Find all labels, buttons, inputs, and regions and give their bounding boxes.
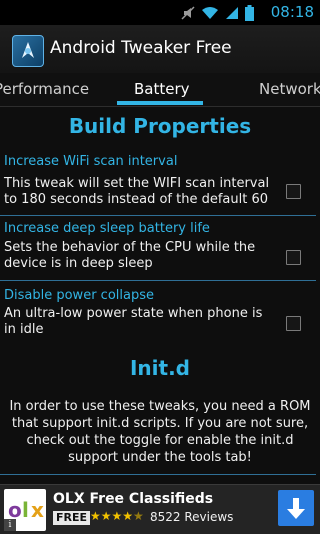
divider [0, 474, 316, 475]
tweak-title: Disable power collapse [4, 288, 154, 303]
info-icon[interactable]: i [4, 519, 16, 531]
download-button[interactable] [278, 490, 314, 526]
status-time: 08:18 [270, 3, 314, 21]
ad-title: OLX Free Classifieds [53, 491, 214, 507]
tab-network[interactable]: Network [259, 80, 320, 98]
app-title: Android Tweaker Free [50, 38, 232, 58]
tweaks-list[interactable]: Build Properties Increase WiFi scan inte… [0, 106, 320, 484]
tweak-title: Increase deep sleep battery life [4, 221, 210, 236]
tweak-checkbox[interactable] [286, 184, 301, 199]
mute-icon [181, 6, 195, 20]
tweak-description: This tweak will set the WIFI scan interv… [4, 176, 270, 207]
tab-performance[interactable]: Performance [0, 80, 89, 98]
initd-description: In order to use these tweaks, you need a… [9, 399, 311, 465]
section-title-build-properties: Build Properties [68, 114, 252, 138]
free-badge: FREE [53, 511, 91, 525]
download-arrow-icon [287, 498, 305, 519]
app-logo-icon[interactable] [12, 35, 44, 67]
rating-stars: ★★★★★ [90, 509, 144, 523]
logo-letter-x: x [31, 498, 44, 522]
tab-bar: Performance Battery Network [0, 73, 320, 107]
battery-icon [245, 5, 254, 21]
stars-full: ★★★★ [90, 509, 134, 523]
tab-indicator [117, 101, 203, 105]
olx-logo[interactable]: o l x i [4, 489, 46, 531]
status-bar: 08:18 [0, 0, 320, 25]
divider [0, 215, 316, 216]
wifi-icon [202, 7, 218, 19]
tweak-description: An ultra-low power state when phone is i… [4, 306, 263, 337]
tweak-description: Sets the behavior of the CPU while the d… [4, 240, 256, 271]
tweak-title: Increase WiFi scan interval [4, 154, 178, 169]
tweak-checkbox[interactable] [286, 250, 301, 265]
logo-letter-l: l [22, 498, 29, 522]
action-bar: Android Tweaker Free [0, 25, 320, 98]
tab-battery[interactable]: Battery [134, 80, 190, 98]
signal-icon [226, 7, 238, 19]
tweak-checkbox[interactable] [286, 316, 301, 331]
section-title-initd: Init.d [129, 356, 190, 380]
ad-banner[interactable]: o l x i OLX Free Classifieds FREE ★★★★★ … [0, 484, 320, 534]
star-half: ★ [133, 509, 144, 523]
review-count: 8522 Reviews [150, 510, 234, 524]
status-icons [181, 4, 254, 22]
divider [0, 280, 316, 281]
